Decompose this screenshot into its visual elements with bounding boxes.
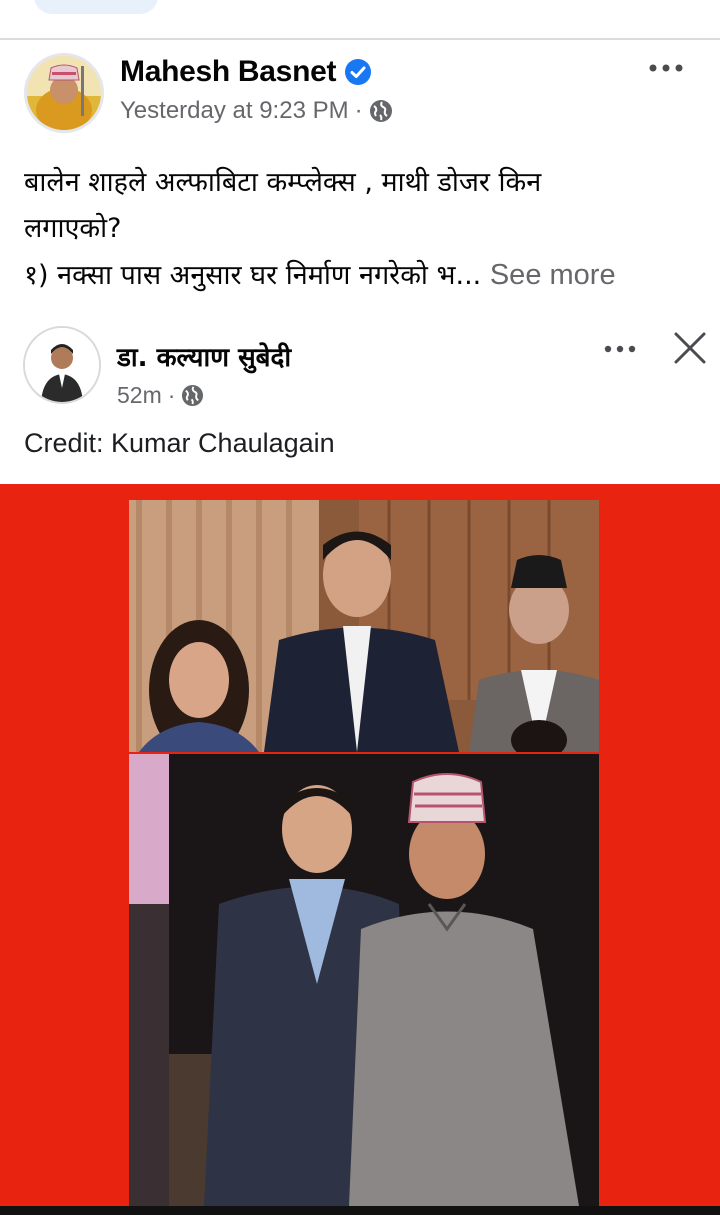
post-header: Mahesh Basnet Yesterday at 9:23 PM · [0, 40, 720, 140]
shared-author-avatar[interactable] [23, 326, 101, 404]
post-text-line-with-more: १) नक्सा पास अनुसार घर निर्माण नगरेको भ.… [24, 252, 704, 299]
bottom-system-bar [0, 1206, 720, 1215]
post-author-name[interactable]: Mahesh Basnet [120, 55, 336, 89]
see-more-link[interactable]: See more [490, 259, 616, 291]
top-action-pill[interactable] [34, 0, 158, 14]
author-avatar[interactable] [24, 53, 104, 133]
shared-post-header: डा. कल्याण सुबेदी 52m · [0, 320, 720, 420]
photo-bottom-panel [129, 754, 599, 1206]
shared-timestamp[interactable]: 52m [117, 382, 162, 409]
post-image[interactable] [0, 484, 720, 1206]
post-text-line: १) नक्सा पास अनुसार घर निर्माण नगरेको भ.… [24, 260, 482, 291]
shared-author-name[interactable]: डा. कल्याण सुबेदी [117, 338, 291, 374]
shared-post-caption: Credit: Kumar Chaulagain [24, 428, 335, 458]
post-text-line: बालेन शाहले अल्फाबिटा कम्प्लेक्स , माथी … [24, 167, 542, 198]
globe-icon [182, 384, 204, 407]
facebook-feed: Mahesh Basnet Yesterday at 9:23 PM · बाल… [0, 0, 720, 1215]
post-text-line: लगाएको? [24, 213, 122, 244]
more-options-icon[interactable] [602, 340, 638, 358]
close-icon[interactable] [672, 330, 708, 366]
post-timestamp[interactable]: Yesterday at 9:23 PM [120, 97, 349, 125]
post-text: बालेन शाहले अल्फाबिटा कम्प्लेक्स , माथी … [24, 160, 704, 299]
verified-badge-icon [345, 59, 372, 85]
more-options-icon[interactable] [646, 58, 686, 78]
meta-separator: · [354, 97, 363, 124]
photo-top-panel [129, 500, 599, 752]
meta-separator: · [167, 382, 176, 408]
globe-icon [369, 100, 392, 122]
